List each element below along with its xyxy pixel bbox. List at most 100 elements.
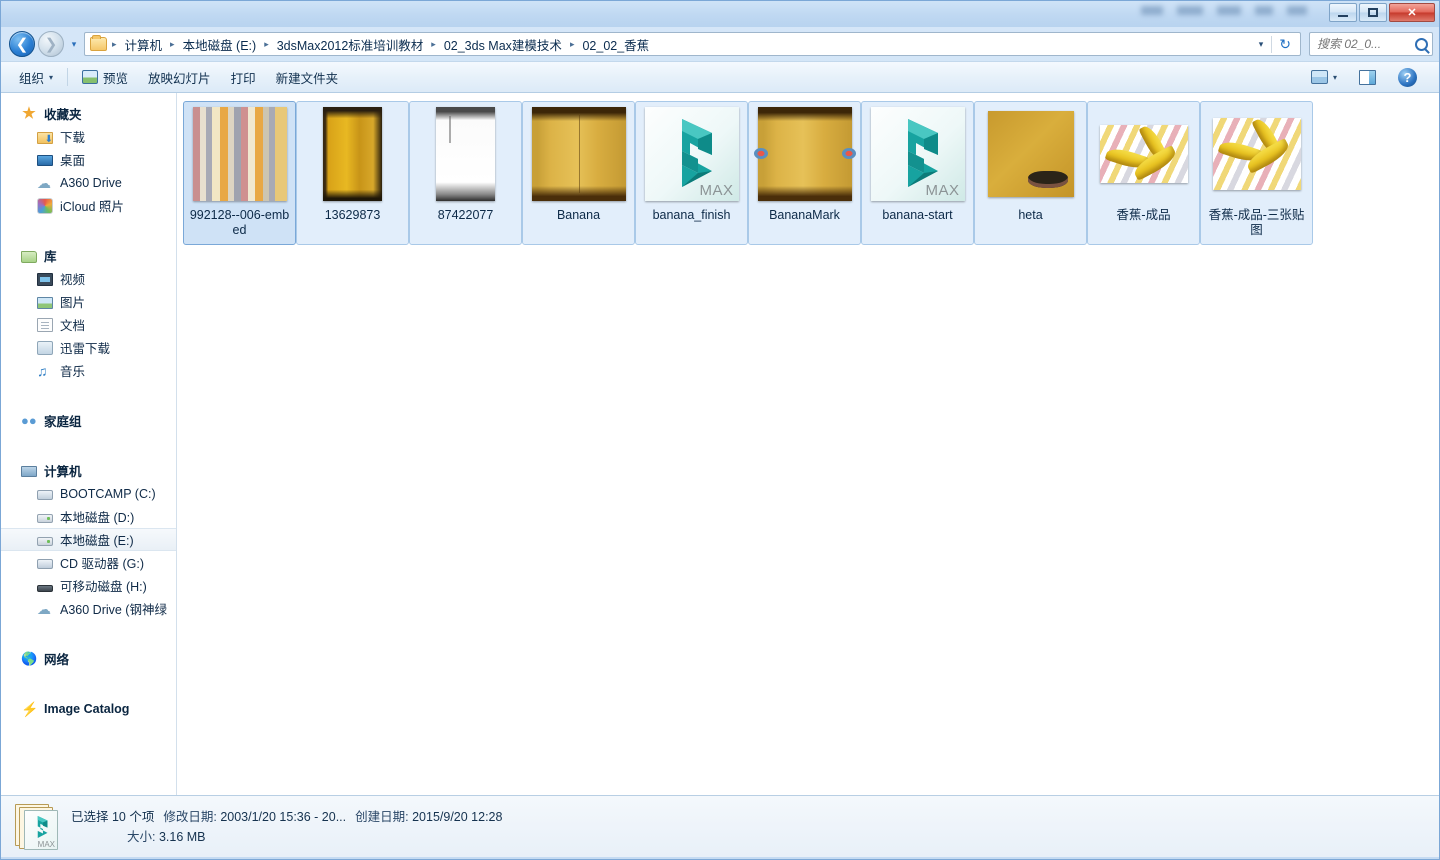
preview-pane-icon [1359, 69, 1376, 85]
sidebar-item-pictures[interactable]: 图片 [1, 290, 176, 313]
forward-button[interactable]: ❯ [38, 31, 64, 57]
desktop-icon [37, 155, 53, 166]
organize-button[interactable]: 组织 ▾ [9, 64, 63, 91]
nav-group-homegroup: ●● 家庭组 [1, 409, 176, 432]
thumbnail [1212, 106, 1301, 202]
sidebar-label: 桌面 [60, 154, 86, 168]
breadcrumb-separator: ▸ [569, 38, 575, 49]
file-tile[interactable]: MAX banana_finish [635, 101, 748, 245]
view-icon [1310, 70, 1328, 84]
pictures-icon [37, 296, 53, 309]
nav-group-network: 🌎 网络 [1, 647, 176, 670]
sidebar-item-documents[interactable]: 文档 [1, 313, 176, 336]
slideshow-label: 放映幻灯片 [148, 71, 211, 86]
sidebar-item-a360-drive[interactable]: ☁ A360 Drive [1, 171, 176, 194]
file-tile[interactable]: 香蕉-成品-三张贴图 [1200, 101, 1313, 245]
slideshow-button[interactable]: 放映幻灯片 [138, 64, 221, 91]
sidebar-label: 收藏夹 [44, 108, 82, 122]
file-tile[interactable]: heta [974, 101, 1087, 245]
search-box[interactable] [1309, 32, 1433, 56]
file-name: 香蕉-成品-三张贴图 [1208, 208, 1305, 237]
status-line-1: 已选择 10 个项 修改日期: 2003/1/20 15:36 - 20... … [71, 807, 502, 827]
change-view-button[interactable]: ▾ [1301, 66, 1347, 88]
sidebar-item-videos[interactable]: 视频 [1, 267, 176, 290]
chevron-down-icon[interactable]: ▾ [1251, 39, 1272, 50]
file-tile[interactable]: 87422077 [409, 101, 522, 245]
print-button[interactable]: 打印 [221, 64, 266, 91]
close-button[interactable]: ✕ [1389, 3, 1435, 22]
sidebar-item-desktop[interactable]: 桌面 [1, 148, 176, 171]
file-tile[interactable]: MAX banana-start [861, 101, 974, 245]
sidebar-item-libraries[interactable]: 库 [1, 244, 176, 267]
breadcrumb-item-current[interactable]: 02_02_香蕉 [579, 33, 652, 56]
sidebar-label: 文档 [60, 319, 86, 333]
sidebar-item-drive-d[interactable]: 本地磁盘 (D:) [1, 505, 176, 528]
file-name: 香蕉-成品 [1116, 208, 1171, 222]
sidebar-item-cd-drive-g[interactable]: CD 驱动器 (G:) [1, 551, 176, 574]
sidebar-item-a360-drive-2[interactable]: ☁ A360 Drive (钢神绿 [1, 597, 176, 620]
help-button[interactable]: ? [1388, 64, 1427, 91]
status-text: 已选择 10 个项 修改日期: 2003/1/20 15:36 - 20... … [71, 807, 502, 847]
file-name: 992128--006-embed [189, 208, 290, 237]
sidebar-item-downloads[interactable]: 下载 [1, 125, 176, 148]
file-tile[interactable]: 香蕉-成品 [1087, 101, 1200, 245]
file-tile[interactable]: 13629873 [296, 101, 409, 245]
star-icon: ★ [22, 104, 36, 122]
status-line-2: 大小: 3.16 MB [71, 827, 502, 847]
navigation-pane[interactable]: ★ 收藏夹 下载 桌面 ☁ A360 Drive iCloud 照片 [1, 93, 177, 795]
sidebar-item-xunlei[interactable]: 迅雷下载 [1, 336, 176, 359]
cloud-icon: ☁ [37, 174, 51, 191]
address-bar[interactable]: ▸ 计算机 ▸ 本地磁盘 (E:) ▸ 3dsMax2012标准培训教材 ▸ 0… [84, 32, 1301, 56]
close-icon: ✕ [1407, 7, 1417, 19]
maximize-button[interactable] [1359, 3, 1387, 22]
modified-date-group: 修改日期: 2003/1/20 15:36 - 20... [163, 807, 346, 827]
banana-mark-texture-thumb [753, 107, 856, 201]
refresh-icon[interactable]: ↻ [1271, 35, 1298, 53]
cloud-icon: ☁ [37, 600, 51, 617]
preview-pane-button[interactable] [1349, 66, 1386, 89]
breadcrumb-item-course[interactable]: 3dsMax2012标准培训教材 [274, 33, 427, 56]
sidebar-item-network[interactable]: 🌎 网络 [1, 647, 176, 670]
video-icon [37, 272, 53, 286]
preview-button[interactable]: 预览 [72, 64, 138, 91]
file-tile[interactable]: BananaMark [748, 101, 861, 245]
search-input[interactable] [1317, 37, 1415, 51]
breadcrumb: ▸ 计算机 ▸ 本地磁盘 (E:) ▸ 3dsMax2012标准培训教材 ▸ 0… [107, 33, 652, 56]
history-dropdown-icon[interactable]: ▾ [67, 39, 81, 50]
white-bump-texture-thumb [436, 107, 495, 201]
selection-type-icon: MAX [15, 803, 59, 850]
file-name: 13629873 [324, 208, 381, 222]
breadcrumb-item-drive-e[interactable]: 本地磁盘 (E:) [180, 33, 260, 56]
sidebar-item-drive-e[interactable]: 本地磁盘 (E:) [1, 528, 176, 551]
minimize-button[interactable] [1329, 3, 1357, 22]
created-date-label: 创建日期: [355, 809, 409, 824]
sidebar-item-bootcamp-c[interactable]: BOOTCAMP (C:) [1, 482, 176, 505]
new-folder-button[interactable]: 新建文件夹 [266, 64, 349, 91]
max-icon-label: MAX [925, 182, 960, 199]
sidebar-label: BOOTCAMP (C:) [60, 486, 156, 501]
sidebar-item-computer[interactable]: 计算机 [1, 459, 176, 482]
file-tile[interactable]: Banana [522, 101, 635, 245]
thumbnail: MAX [644, 106, 739, 202]
toolbar-right-actions: ▾ ? [1301, 64, 1431, 91]
file-list-pane[interactable]: 992128--006-embed 13629873 87422077 Bana… [177, 93, 1439, 795]
sidebar-label: A360 Drive [60, 175, 122, 190]
file-name: Banana [556, 208, 601, 222]
sidebar-label: 本地磁盘 (E:) [60, 534, 134, 548]
sidebar-item-favorites[interactable]: ★ 收藏夹 [1, 102, 176, 125]
back-button[interactable]: ❮ [9, 31, 35, 57]
status-bar: MAX 已选择 10 个项 修改日期: 2003/1/20 15:36 - 20… [1, 795, 1439, 857]
computer-icon [21, 466, 37, 477]
sidebar-item-icloud-photos[interactable]: iCloud 照片 [1, 194, 176, 217]
sidebar-item-music[interactable]: ♫ 音乐 [1, 359, 176, 382]
sidebar-item-removable-h[interactable]: 可移动磁盘 (H:) [1, 574, 176, 597]
nav-group-libraries: 库 视频 图片 文档 迅雷下载 ♫ 音乐 [1, 244, 176, 382]
sidebar-item-homegroup[interactable]: ●● 家庭组 [1, 409, 176, 432]
breadcrumb-item-computer[interactable]: 计算机 [122, 33, 166, 56]
sidebar-item-image-catalog[interactable]: ⚡ Image Catalog [1, 697, 176, 720]
file-tile[interactable]: 992128--006-embed [183, 101, 296, 245]
breadcrumb-item-chapter[interactable]: 02_3ds Max建模技术 [441, 33, 565, 56]
